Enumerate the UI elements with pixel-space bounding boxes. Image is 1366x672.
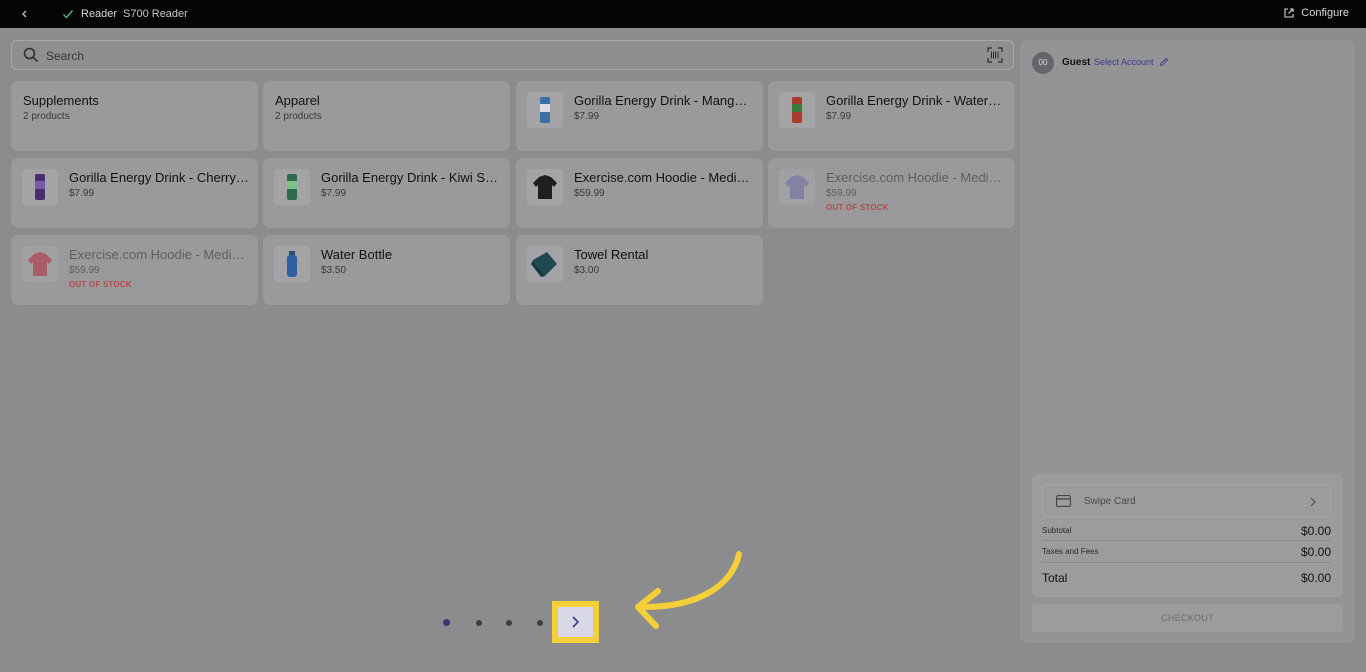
tile-price: $59.99	[69, 265, 100, 276]
product-tile[interactable]: Towel Rental $3.00	[516, 235, 763, 305]
tile-price: $3.50	[321, 265, 347, 276]
top-bar: Reader S700 Reader Configure	[0, 0, 1366, 28]
product-tile[interactable]: Gorilla Energy Drink - Mango ... $7.99	[516, 81, 763, 151]
energy-drink-can-icon	[527, 92, 563, 128]
tile-name: Exercise.com Hoodie - Mediu...	[574, 170, 754, 185]
tile-name: Gorilla Energy Drink - Mango ...	[574, 93, 754, 108]
hoodie-icon	[22, 246, 58, 282]
customer-name: Guest	[1062, 57, 1091, 68]
reader-name: S700 Reader	[123, 8, 188, 20]
next-page-highlight	[552, 601, 599, 643]
barcode-scan-icon[interactable]	[987, 47, 1003, 63]
check-icon	[63, 10, 74, 19]
page-dot[interactable]	[476, 620, 482, 626]
back-icon[interactable]	[20, 8, 30, 20]
chevron-right-icon	[1310, 497, 1316, 507]
swipe-card-label: Swipe Card	[1084, 496, 1136, 507]
tile-price: $7.99	[321, 188, 347, 199]
energy-drink-can-icon	[22, 169, 58, 205]
towel-icon	[527, 246, 563, 282]
tile-name: Supplements	[23, 93, 99, 108]
cart-panel: 00 Guest Select Account Swipe Card Subto…	[1020, 40, 1355, 643]
payment-summary: Swipe Card Subtotal $0.00 Taxes and Fees…	[1032, 474, 1343, 597]
annotation-arrow-icon	[635, 551, 742, 629]
page-dot[interactable]	[506, 620, 512, 626]
next-page-button[interactable]	[558, 607, 593, 637]
tile-name: Exercise.com Hoodie - Mediu...	[826, 170, 1006, 185]
energy-drink-can-icon	[274, 169, 310, 205]
hoodie-icon	[779, 169, 815, 205]
category-tile-supplements[interactable]: Supplements 2 products	[11, 81, 258, 151]
taxes-label: Taxes and Fees	[1042, 547, 1099, 556]
product-tile[interactable]: Exercise.com Hoodie - Mediu... $59.99	[516, 158, 763, 228]
category-tile-apparel[interactable]: Apparel 2 products	[263, 81, 510, 151]
tile-name: Gorilla Energy Drink - Waterm...	[826, 93, 1006, 108]
tile-count: 2 products	[275, 111, 322, 122]
tile-count: 2 products	[23, 111, 70, 122]
out-of-stock-badge: OUT OF STOCK	[69, 280, 132, 289]
search-input[interactable]	[46, 49, 946, 63]
energy-drink-can-icon	[779, 92, 815, 128]
divider	[1042, 562, 1331, 563]
tile-name: Water Bottle	[321, 247, 393, 262]
water-bottle-icon	[274, 246, 310, 282]
subtotal-value: $0.00	[1300, 524, 1331, 538]
subtotal-label: Subtotal	[1042, 526, 1072, 535]
product-tile[interactable]: Gorilla Energy Drink - Kiwi Stra... $7.9…	[263, 158, 510, 228]
tile-name: Gorilla Energy Drink - Kiwi Stra...	[321, 170, 501, 185]
tile-name: Apparel	[275, 93, 320, 108]
tile-name: Gorilla Energy Drink - Cherry ...	[69, 170, 249, 185]
configure-button[interactable]: Configure	[1283, 7, 1349, 19]
external-link-icon	[1284, 8, 1294, 18]
tile-price: $59.99	[826, 188, 857, 199]
tile-price: $7.99	[69, 188, 95, 199]
avatar: 00	[1032, 52, 1054, 74]
product-tile-out-of-stock[interactable]: Exercise.com Hoodie - Mediu... $59.99 OU…	[768, 158, 1015, 228]
tile-name: Exercise.com Hoodie - Mediu...	[69, 247, 249, 262]
configure-label: Configure	[1301, 7, 1349, 19]
tile-price: $59.99	[574, 188, 605, 199]
tile-price: $7.99	[574, 111, 600, 122]
page-dot[interactable]	[537, 620, 543, 626]
taxes-value: $0.00	[1300, 545, 1331, 559]
chevron-right-icon	[572, 616, 580, 628]
reader-label: Reader	[81, 8, 118, 20]
credit-card-icon	[1056, 495, 1071, 507]
total-value: $0.00	[1300, 571, 1331, 585]
product-tile[interactable]: Water Bottle $3.50	[263, 235, 510, 305]
product-tile[interactable]: Gorilla Energy Drink - Waterm... $7.99	[768, 81, 1015, 151]
hoodie-icon	[527, 169, 563, 205]
product-tile-out-of-stock[interactable]: Exercise.com Hoodie - Mediu... $59.99 OU…	[11, 235, 258, 305]
swipe-card-button[interactable]: Swipe Card	[1042, 484, 1331, 517]
search-icon	[23, 47, 39, 63]
tile-name: Towel Rental	[574, 247, 649, 262]
page-dot-active[interactable]	[443, 619, 450, 626]
pencil-icon[interactable]	[1159, 57, 1169, 67]
select-account-link[interactable]: Select Account	[1094, 57, 1154, 67]
divider	[1042, 540, 1331, 541]
tile-price: $3.00	[574, 265, 600, 276]
product-tile[interactable]: Gorilla Energy Drink - Cherry ... $7.99	[11, 158, 258, 228]
search-bar	[11, 40, 1014, 70]
checkout-button[interactable]: CHECKOUT	[1032, 604, 1343, 632]
total-label: Total	[1042, 571, 1068, 585]
tile-price: $7.99	[826, 111, 852, 122]
out-of-stock-badge: OUT OF STOCK	[826, 203, 889, 212]
